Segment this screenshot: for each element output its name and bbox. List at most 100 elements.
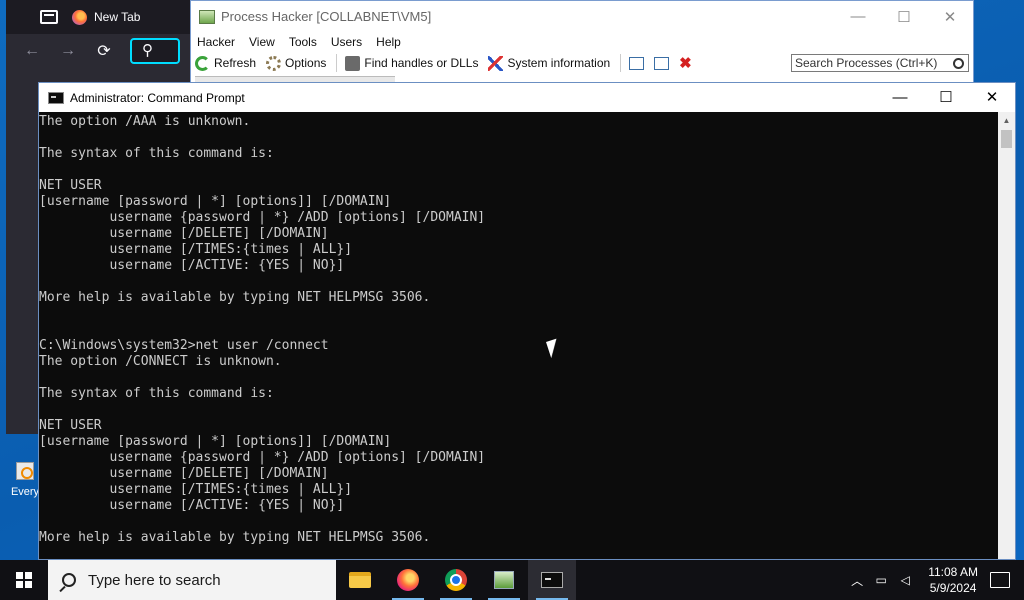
window-icon[interactable] xyxy=(629,56,645,70)
search-icon xyxy=(62,573,76,587)
console-line: username [/TIMES:{times | ALL}] xyxy=(39,242,353,257)
gear-icon xyxy=(266,55,282,71)
console-line: More help is available by typing NET HEL… xyxy=(39,530,431,545)
everything-icon xyxy=(16,462,34,480)
process-hacker-window[interactable]: Process Hacker [COLLABNET\VM5] — ☐ ✕ Hac… xyxy=(190,0,974,84)
command-prompt-window[interactable]: Administrator: Command Prompt — ☐ ✕ The … xyxy=(38,82,1016,560)
console-line: username [/ACTIVE: {YES | NO}] xyxy=(39,258,345,273)
process-hacker-title: Process Hacker [COLLABNET\VM5] xyxy=(221,9,432,24)
refresh-label: Refresh xyxy=(214,56,257,70)
process-search-input[interactable]: Search Processes (Ctrl+K) xyxy=(791,54,969,72)
network-icon[interactable]: ▭ xyxy=(872,573,890,587)
cmd-close-button[interactable]: ✕ xyxy=(969,83,1015,112)
find-handles-label: Find handles or DLLs xyxy=(364,56,479,70)
process-hacker-toolbar: Refresh Options Find handles or DLLs Sys… xyxy=(191,52,973,74)
console-line: NET USER xyxy=(39,418,102,433)
firefox-tab-new-tab[interactable]: New Tab xyxy=(72,9,141,25)
console-line: [username [password | *] [options]] [/DO… xyxy=(39,194,392,209)
console-line: The option /AAA is unknown. xyxy=(39,114,251,129)
chrome-icon xyxy=(445,569,467,591)
menu-users[interactable]: Users xyxy=(331,35,362,49)
firefox-view-icon[interactable] xyxy=(40,10,58,24)
back-icon[interactable]: ← xyxy=(22,42,42,60)
notification-icon[interactable] xyxy=(990,572,1010,588)
ph-close-button[interactable]: ✕ xyxy=(927,8,973,26)
binoculars-icon xyxy=(345,55,361,71)
command-prompt-icon xyxy=(48,91,64,104)
ph-minimize-button[interactable]: — xyxy=(835,8,881,26)
reload-icon[interactable]: ⟳ xyxy=(94,41,114,61)
console-output[interactable]: The option /AAA is unknown. The syntax of… xyxy=(39,112,999,559)
command-prompt-titlebar[interactable]: Administrator: Command Prompt — ☐ ✕ xyxy=(39,83,1015,112)
firefox-icon xyxy=(397,569,419,591)
taskbar-firefox[interactable] xyxy=(384,560,432,600)
console-line: C:\Windows\system32>net user /connect xyxy=(39,338,329,353)
cmd-minimize-button[interactable]: — xyxy=(877,83,923,112)
forward-icon[interactable]: → xyxy=(58,42,78,60)
terminate-icon[interactable]: ✖ xyxy=(679,54,692,72)
console-scrollbar[interactable]: ▲ xyxy=(998,112,1015,559)
scroll-up-icon[interactable]: ▲ xyxy=(998,112,1015,129)
go-to-window-icon[interactable] xyxy=(654,56,670,70)
desktop-icon-label: Every xyxy=(10,486,40,498)
options-label: Options xyxy=(285,56,327,70)
system-graph-icon xyxy=(488,55,504,71)
refresh-button[interactable]: Refresh xyxy=(195,55,257,71)
console-line: The syntax of this command is: xyxy=(39,146,274,161)
process-hacker-titlebar: Process Hacker [COLLABNET\VM5] — ☐ ✕ xyxy=(191,1,973,32)
taskbar-process-hacker[interactable] xyxy=(480,560,528,600)
system-information-label: System information xyxy=(507,56,611,70)
taskbar: Type here to search ︿ ▭ ◁ 11:08 AM 5/9/2… xyxy=(0,560,1024,600)
taskbar-chrome[interactable] xyxy=(432,560,480,600)
command-prompt-title: Administrator: Command Prompt xyxy=(70,90,245,105)
firefox-logo-icon xyxy=(72,9,87,25)
find-handles-button[interactable]: Find handles or DLLs xyxy=(345,55,479,71)
system-information-button[interactable]: System information xyxy=(488,55,611,71)
command-prompt-taskbar-icon xyxy=(541,572,563,588)
process-hacker-icon xyxy=(199,9,215,24)
desktop-icon-everything[interactable]: Every xyxy=(8,462,42,498)
menu-hacker[interactable]: Hacker xyxy=(197,35,235,49)
clock[interactable]: 11:08 AM 5/9/2024 xyxy=(928,564,978,596)
taskbar-file-explorer[interactable] xyxy=(336,560,384,600)
menu-view[interactable]: View xyxy=(249,35,275,49)
console-line: username [/TIMES:{times | ALL}] xyxy=(39,482,353,497)
system-tray: ︿ ▭ ◁ 11:08 AM 5/9/2024 xyxy=(848,560,1024,600)
console-line: username [/ACTIVE: {YES | NO}] xyxy=(39,498,345,513)
refresh-icon xyxy=(195,55,210,71)
taskbar-command-prompt[interactable] xyxy=(528,560,576,600)
scrollbar-thumb[interactable] xyxy=(1001,130,1012,148)
options-button[interactable]: Options xyxy=(266,55,327,71)
menu-tools[interactable]: Tools xyxy=(289,35,317,49)
console-line: More help is available by typing NET HEL… xyxy=(39,290,431,305)
firefox-urlbar-search-icon[interactable]: ⚲ xyxy=(130,38,180,64)
firefox-navbar: ← → ⟳ ⚲ xyxy=(6,34,196,68)
chevron-up-icon[interactable]: ︿ xyxy=(848,572,866,589)
console-line: username {password | *} /ADD [options] [… xyxy=(39,450,486,465)
menu-help[interactable]: Help xyxy=(376,35,401,49)
taskbar-search-box[interactable]: Type here to search xyxy=(48,560,336,600)
toolbar-separator xyxy=(336,54,338,72)
toolbar-separator xyxy=(620,54,622,72)
ph-maximize-button[interactable]: ☐ xyxy=(881,8,927,26)
folder-icon xyxy=(349,572,371,588)
firefox-tab-label: New Tab xyxy=(94,10,141,24)
console-line: username [/DELETE] [/DOMAIN] xyxy=(39,466,329,481)
start-button[interactable] xyxy=(0,560,48,600)
clock-date: 5/9/2024 xyxy=(929,581,977,595)
console-line: The syntax of this command is: xyxy=(39,386,274,401)
taskbar-search-placeholder: Type here to search xyxy=(88,571,221,589)
volume-muted-icon[interactable]: ◁ xyxy=(896,573,914,587)
console-line: The option /CONNECT is unknown. xyxy=(39,354,282,369)
console-line: NET USER xyxy=(39,178,102,193)
cmd-maximize-button[interactable]: ☐ xyxy=(923,83,969,112)
clock-time: 11:08 AM xyxy=(928,565,978,579)
